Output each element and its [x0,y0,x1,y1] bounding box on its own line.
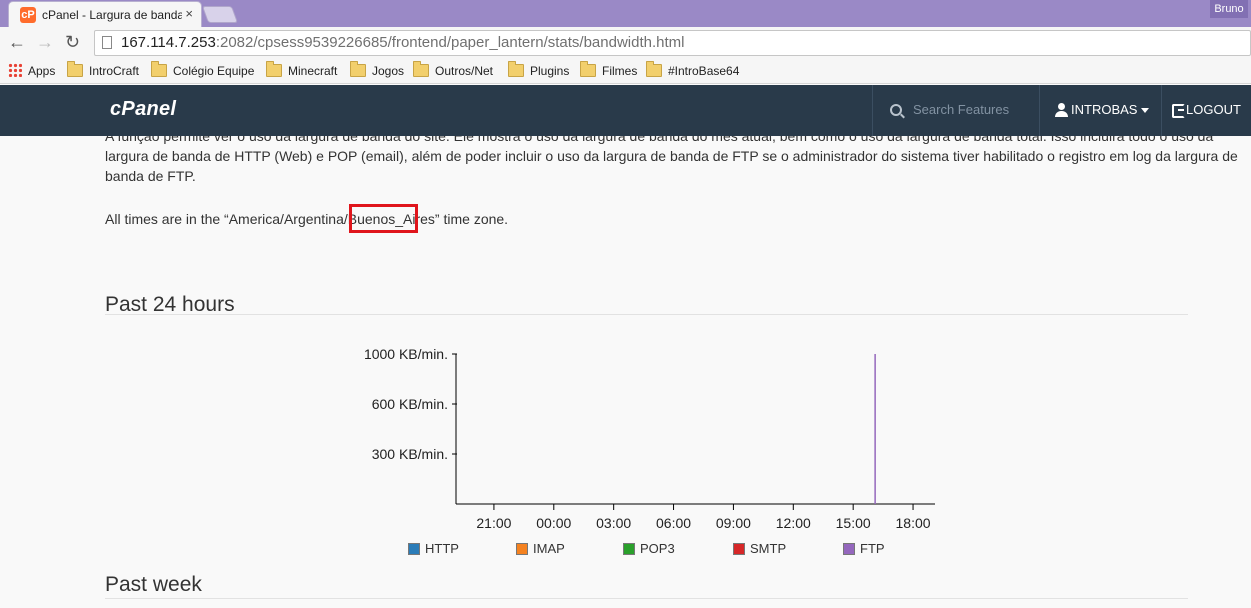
bandwidth-chart: 300 KB/min. 600 KB/min. 1000 KB/min. 21:00 0… [364,346,935,531]
bookmark-folder[interactable]: #IntroBase64 [646,61,740,80]
cpanel-favicon-icon: cP [20,7,36,23]
logout-button[interactable]: LOGOUT [1171,85,1251,136]
folder-icon [646,61,662,77]
browser-tab-active[interactable]: cP cPanel - Largura de banda × [8,1,202,27]
legend-swatch [843,543,855,555]
address-bar[interactable]: 167.114.7.253:2082/cpsess9539226685/fron… [94,30,1251,56]
bookmark-label: Colégio Equipe [173,64,255,78]
x-tick-label: 15:00 [836,515,871,531]
legend-pop3: POP3 [623,541,675,557]
legend-ftp: FTP [843,541,885,557]
new-tab-button[interactable] [201,6,239,23]
url-path: :2082/cpsess9539226685/frontend/paper_la… [215,34,685,51]
section-divider [105,598,1188,599]
legend-swatch [623,543,635,555]
bookmark-folder[interactable]: Plugins [508,61,570,80]
page-icon [102,36,112,49]
y-tick-label: 1000 KB/min. [364,346,448,362]
bookmark-folder[interactable]: Filmes [580,61,638,80]
cpanel-logo[interactable]: cPanel [110,98,176,121]
user-menu[interactable]: INTROBAS [1040,85,1162,136]
bookmark-label: Minecraft [288,64,338,78]
legend-swatch [408,543,420,555]
user-name: INTROBAS [1071,102,1138,117]
browser-titlebar: cP cPanel - Largura de banda × Bruno [0,0,1251,27]
user-icon [1055,103,1068,117]
folder-icon [508,61,524,77]
bookmark-label: Plugins [530,64,570,78]
bookmark-label: Apps [28,64,56,78]
legend-label: HTTP [425,541,459,556]
bookmark-label: #IntroBase64 [668,64,740,78]
bookmark-folder[interactable]: Minecraft [266,61,338,80]
folder-icon [580,61,596,77]
legend-label: FTP [860,541,885,556]
legend-label: SMTP [750,541,787,556]
search-icon [890,104,902,116]
annotation-highlight-box [349,204,418,233]
forward-arrow-icon[interactable]: → [36,33,54,51]
legend-swatch [733,543,745,555]
folder-icon [266,61,282,77]
tab-title: cPanel - Largura de banda [42,8,182,22]
search-features[interactable]: Search Features [872,85,1040,136]
x-tick-label: 18:00 [896,515,931,531]
url-text[interactable]: 167.114.7.253:2082/cpsess9539226685/fron… [121,34,684,51]
y-tick-label: 600 KB/min. [372,396,448,412]
cpanel-header: cPanel Search Features INTROBAS LOGOUT [0,85,1251,136]
x-tick-label: 09:00 [716,515,751,531]
folder-icon [151,61,167,77]
x-tick-label: 00:00 [536,515,571,531]
bookmark-folder[interactable]: Jogos [350,61,405,80]
bookmark-folder[interactable]: Outros/Net [413,61,494,80]
bookmark-folder[interactable]: IntroCraft [67,61,140,80]
x-tick-label: 21:00 [476,515,511,531]
x-tick-label: 06:00 [656,515,691,531]
apps-grid-icon [8,63,22,77]
legend-http: HTTP [408,541,459,557]
section-title-week: Past week [105,573,202,596]
main-content: A função permite ver o uso da largura de… [0,136,1251,608]
bookmark-folder[interactable]: Colégio Equipe [151,61,255,80]
legend-imap: IMAP [516,541,565,557]
folder-icon [67,61,83,77]
back-arrow-icon[interactable]: ← [8,33,26,51]
window-user-badge[interactable]: Bruno [1210,0,1248,18]
bookmark-label: Outros/Net [435,64,494,78]
bookmark-label: IntroCraft [89,64,140,78]
chevron-down-icon [1141,108,1149,113]
reload-icon[interactable]: ↻ [65,33,80,51]
x-tick-label: 03:00 [596,515,631,531]
folder-icon [413,61,429,77]
tab-close-icon[interactable]: × [185,6,193,21]
y-tick-label: 300 KB/min. [372,446,448,462]
bookmarks-bar: Apps IntroCraft Colégio Equipe Minecraft… [0,58,1251,84]
logout-icon [1172,104,1185,118]
search-input[interactable]: Search Features [913,102,1009,117]
folder-icon [350,61,366,77]
legend-smtp: SMTP [733,541,786,557]
legend-swatch [516,543,528,555]
legend-label: IMAP [533,541,565,556]
legend-label: POP3 [640,541,675,556]
bookmark-apps[interactable]: Apps [8,62,55,80]
browser-toolbar: ← → ↻ 167.114.7.253:2082/cpsess953922668… [0,27,1251,58]
x-tick-label: 12:00 [776,515,811,531]
url-host: 167.114.7.253 [121,34,216,51]
bookmark-label: Jogos [372,64,405,78]
logout-label: LOGOUT [1186,102,1241,117]
bookmark-label: Filmes [602,64,638,78]
